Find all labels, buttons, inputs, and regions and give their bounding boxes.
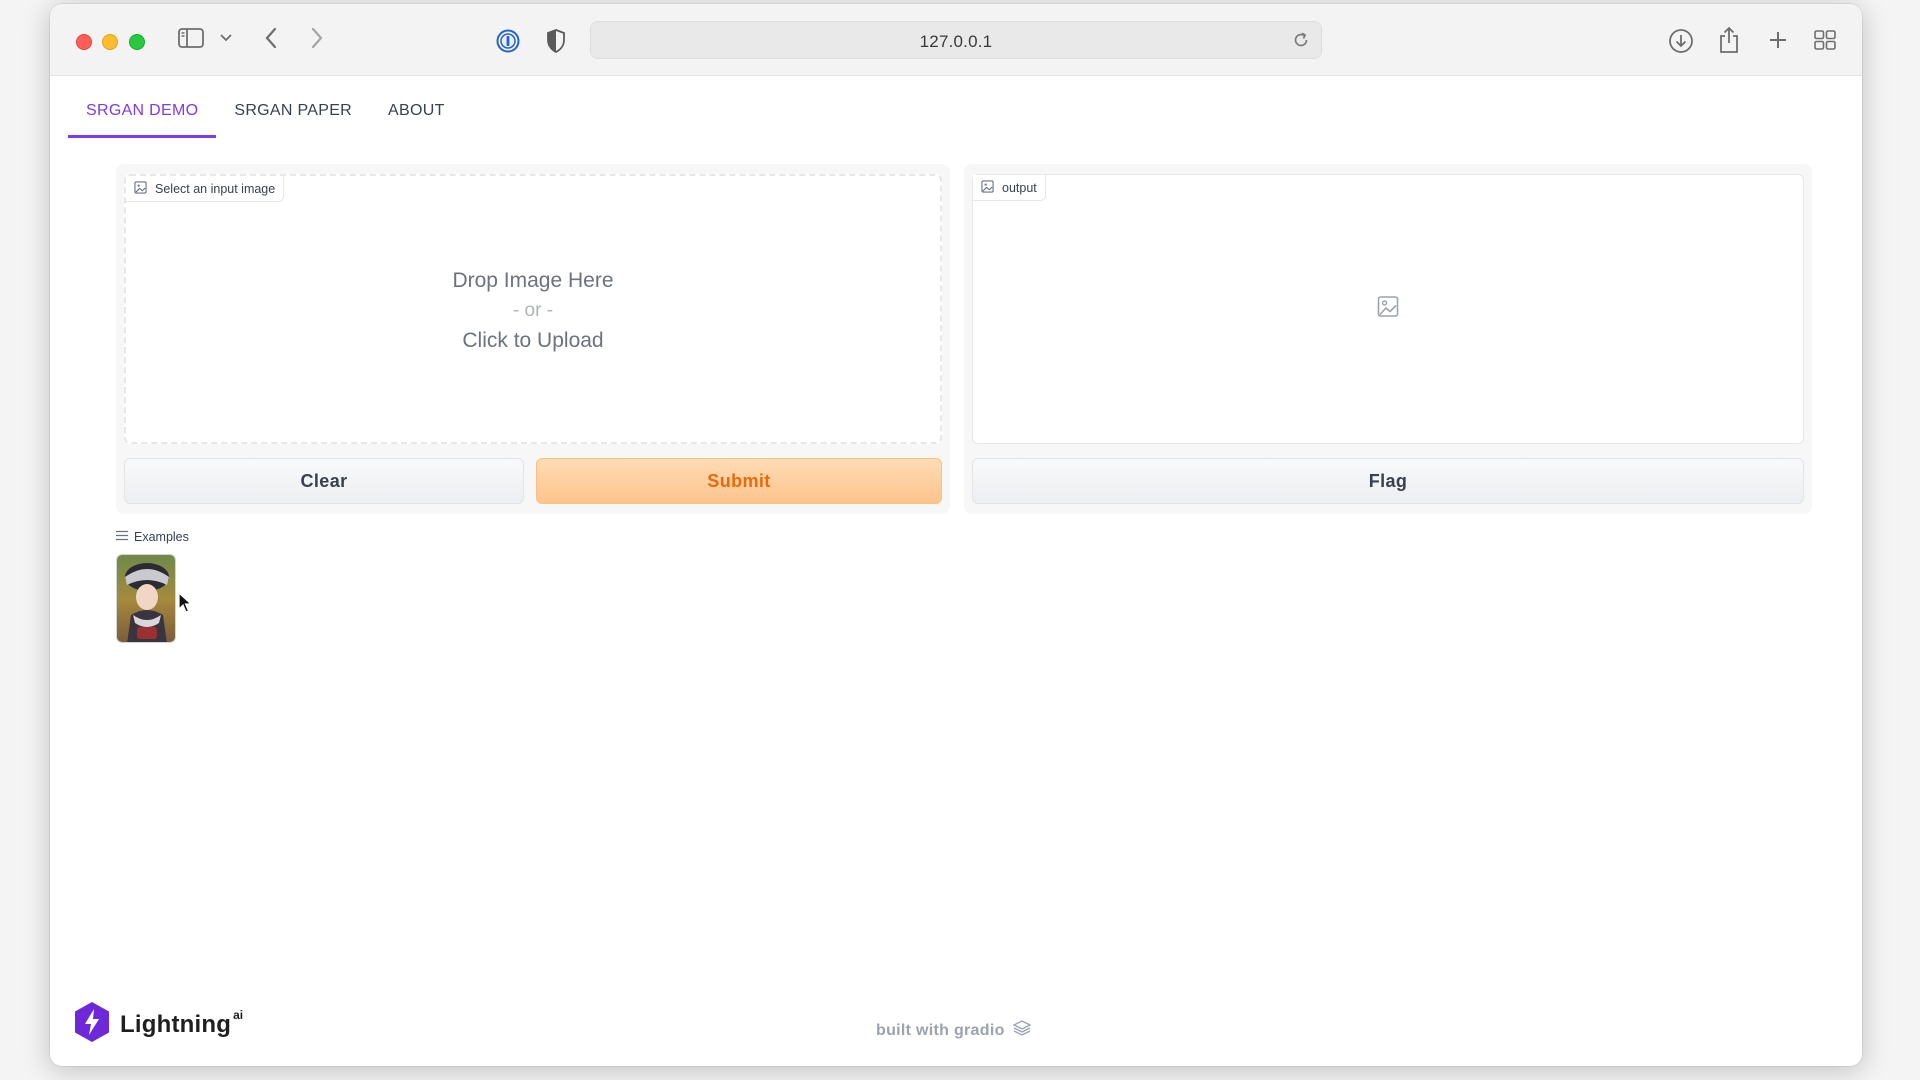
mouse-cursor-icon bbox=[178, 591, 193, 619]
input-panel: Select an input image Drop Image Here - … bbox=[116, 164, 950, 514]
minimize-window-button[interactable] bbox=[102, 34, 118, 50]
list-icon bbox=[116, 530, 128, 544]
url-text: 127.0.0.1 bbox=[919, 32, 993, 51]
sidebar-toggle-icon[interactable] bbox=[178, 27, 204, 49]
gradio-logo-icon bbox=[1012, 1020, 1032, 1041]
new-tab-icon[interactable] bbox=[1768, 30, 1788, 50]
logo-superscript: ai bbox=[233, 1007, 244, 1022]
built-with-gradio-link[interactable]: built with gradio bbox=[876, 1020, 1032, 1041]
built-with-gradio-text: built with gradio bbox=[876, 1021, 1005, 1039]
examples-header: Examples bbox=[116, 530, 189, 544]
chevron-down-icon[interactable] bbox=[220, 34, 232, 42]
forward-icon[interactable] bbox=[310, 27, 324, 49]
drop-image-text: Drop Image Here bbox=[452, 269, 614, 292]
tab-about[interactable]: ABOUT bbox=[370, 88, 463, 138]
back-icon[interactable] bbox=[264, 27, 278, 49]
tab-overview-icon[interactable] bbox=[1814, 30, 1836, 50]
browser-toolbar: 127.0.0.1 bbox=[50, 4, 1862, 76]
share-icon[interactable] bbox=[1718, 26, 1740, 54]
reload-icon[interactable] bbox=[1291, 30, 1311, 55]
output-image-box: output bbox=[972, 174, 1804, 444]
or-separator: - or - bbox=[512, 300, 554, 321]
output-label: output bbox=[973, 175, 1046, 201]
examples-label: Examples bbox=[134, 530, 189, 544]
shield-icon[interactable] bbox=[546, 29, 566, 53]
lightning-hexagon-icon bbox=[72, 1000, 112, 1049]
address-bar[interactable]: 127.0.0.1 bbox=[590, 21, 1322, 59]
submit-button[interactable]: Submit bbox=[536, 458, 942, 504]
close-window-button[interactable] bbox=[76, 34, 92, 50]
logo-text: Lightning bbox=[120, 1010, 232, 1038]
password-manager-icon[interactable] bbox=[496, 29, 520, 53]
app-tabs: SRGAN DEMO SRGAN PAPER ABOUT bbox=[68, 88, 463, 138]
input-image-label: Select an input image bbox=[126, 176, 285, 202]
zoom-window-button[interactable] bbox=[129, 34, 145, 50]
flag-button[interactable]: Flag bbox=[972, 458, 1804, 504]
tab-srgan-demo[interactable]: SRGAN DEMO bbox=[68, 88, 217, 138]
output-panel: output Flag bbox=[964, 164, 1812, 514]
download-icon[interactable] bbox=[1668, 28, 1694, 54]
image-placeholder-icon bbox=[1377, 296, 1399, 323]
browser-window: 127.0.0.1 SRGAN DEMO SRGAN PAPER ABOUT S… bbox=[50, 4, 1862, 1066]
click-to-upload-text[interactable]: Click to Upload bbox=[126, 326, 940, 356]
tab-srgan-paper[interactable]: SRGAN PAPER bbox=[216, 88, 370, 138]
image-upload-dropzone[interactable]: Select an input image Drop Image Here - … bbox=[124, 174, 942, 444]
drop-instructions: Drop Image Here - or - Click to Upload bbox=[126, 266, 940, 356]
lightning-logo[interactable]: Lightning ai bbox=[72, 1000, 243, 1049]
example-image-thumbnail[interactable] bbox=[116, 554, 176, 643]
clear-button[interactable]: Clear bbox=[124, 458, 524, 504]
image-icon bbox=[981, 179, 994, 196]
image-icon bbox=[134, 180, 147, 197]
output-label-text: output bbox=[1002, 180, 1037, 195]
input-image-label-text: Select an input image bbox=[155, 181, 276, 196]
